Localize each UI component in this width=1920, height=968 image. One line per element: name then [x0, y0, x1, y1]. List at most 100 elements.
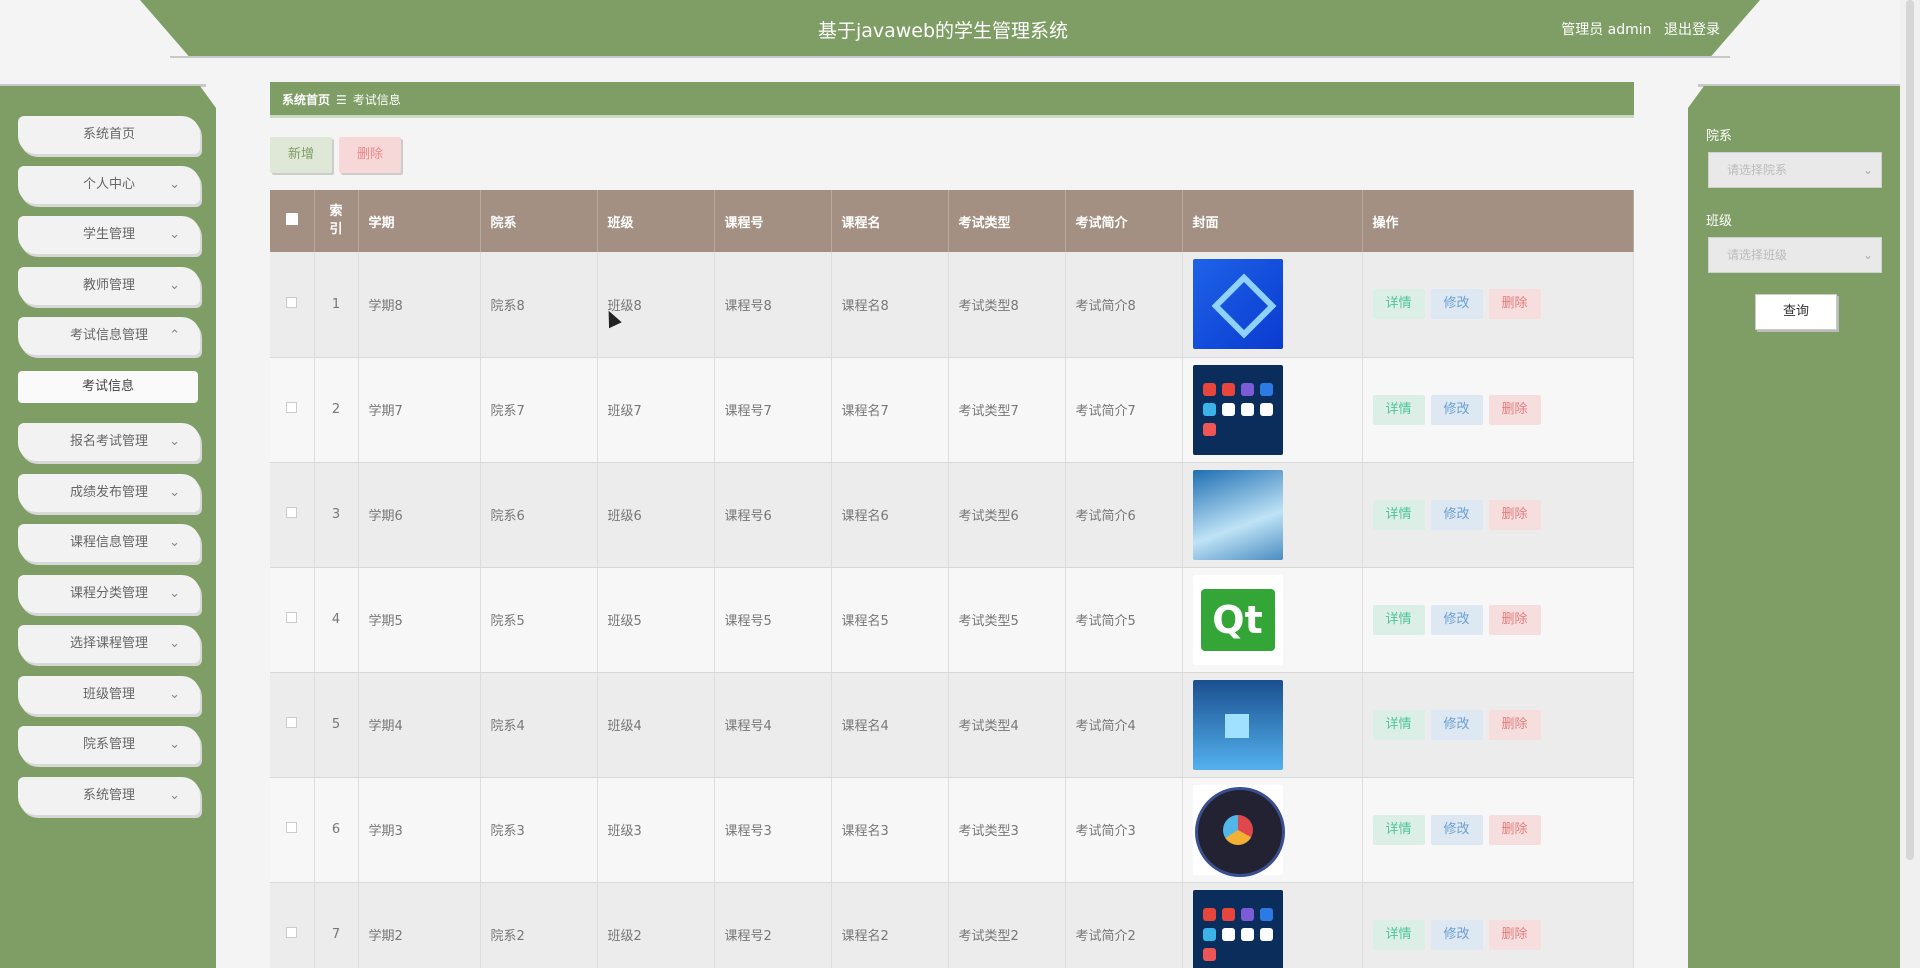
delete-button[interactable]: 删除: [1488, 289, 1541, 320]
table-row[interactable]: 1 学期8 院系8 班级8 课程号8 课程名8 考试类型8 考试简介8 详情 修改 删除: [270, 252, 1634, 358]
app-icon-tile: [1202, 907, 1216, 921]
department-select[interactable]: 请选择院系 ⌄: [1708, 152, 1882, 188]
add-button[interactable]: 新增: [270, 137, 332, 173]
row-checkbox[interactable]: [286, 822, 298, 833]
sidebar-item[interactable]: 系统首页: [18, 116, 200, 154]
app-icon-tile: [1221, 402, 1235, 416]
row-checkbox[interactable]: [286, 402, 298, 413]
sidebar-item[interactable]: 教师管理 ⌄: [18, 267, 200, 305]
sidebar-item[interactable]: 院系管理 ⌄: [18, 726, 200, 764]
delete-button[interactable]: 删除: [1488, 919, 1541, 950]
cell-course-name: 课程名7: [831, 357, 949, 463]
cell-term: 学期3: [358, 777, 481, 883]
cell-exam-intro: 考试简介3: [1065, 777, 1183, 883]
detail-button[interactable]: 详情: [1372, 814, 1425, 845]
col-actions: 操作: [1362, 190, 1634, 252]
cell-class: 班级5: [597, 567, 715, 673]
sidebar-item[interactable]: 课程信息管理 ⌄: [18, 524, 200, 562]
sidebar-item[interactable]: 报名考试管理 ⌄: [18, 423, 200, 461]
sidebar-item-label: 系统管理: [82, 787, 135, 803]
app-icon-tile: [1221, 907, 1235, 921]
table-row[interactable]: 6 学期3 院系3 班级3 课程号3 课程名3 考试类型3 考试简介3 详情 修改 删除: [270, 777, 1634, 883]
sidebar-item[interactable]: 学生管理 ⌄: [18, 216, 200, 254]
delete-button[interactable]: 删除: [1488, 709, 1541, 740]
logout-link[interactable]: 退出登录: [1664, 22, 1720, 38]
cell-course-name: 课程名5: [831, 567, 949, 673]
row-checkbox[interactable]: [286, 296, 298, 308]
cell-exam-intro: 考试简介5: [1065, 567, 1183, 673]
batch-delete-button[interactable]: 删除: [339, 137, 401, 173]
breadcrumb: 系统首页 ☰ 考试信息: [270, 82, 1634, 118]
delete-button[interactable]: 删除: [1488, 499, 1541, 530]
sidebar-item[interactable]: 班级管理 ⌄: [18, 675, 200, 714]
breadcrumb-home[interactable]: 系统首页: [282, 93, 330, 107]
app-icon-tile: [1202, 927, 1216, 941]
edit-button[interactable]: 修改: [1430, 604, 1483, 635]
cell-cover: [1182, 777, 1363, 883]
cell-term: 学期8: [358, 252, 481, 358]
sidebar-item[interactable]: 课程分类管理 ⌄: [18, 574, 200, 613]
delete-button[interactable]: 删除: [1488, 394, 1541, 425]
detail-button[interactable]: 详情: [1372, 709, 1425, 740]
detail-button[interactable]: 详情: [1372, 394, 1425, 425]
col-exam-type: 考试类型: [948, 190, 1066, 252]
row-select-cell[interactable]: [270, 672, 315, 778]
table-row[interactable]: 3 学期6 院系6 班级6 课程号6 课程名6 考试类型6 考试简介6 详情 修改 删除: [270, 462, 1634, 568]
row-select-cell[interactable]: [270, 462, 315, 568]
edit-button[interactable]: 修改: [1430, 919, 1483, 950]
menu-icon: ☰: [336, 93, 347, 107]
edit-button[interactable]: 修改: [1430, 709, 1483, 740]
cell-class: 班级2: [597, 882, 715, 968]
cell-course-name: 课程名3: [831, 777, 949, 883]
delete-button[interactable]: 删除: [1488, 604, 1541, 635]
row-select-cell[interactable]: [270, 777, 315, 883]
cover-image-app-icons-grid: [1192, 364, 1283, 455]
row-select-cell[interactable]: [270, 567, 315, 673]
edit-button[interactable]: 修改: [1430, 289, 1483, 320]
row-select-cell[interactable]: [270, 357, 315, 463]
cell-course-code: 课程号6: [714, 462, 832, 568]
scrollbar-thumb[interactable]: [1906, 0, 1914, 860]
sidebar-item[interactable]: 考试信息管理 ⌃: [18, 317, 200, 355]
detail-button[interactable]: 详情: [1372, 499, 1425, 530]
cell-course-code: 课程号2: [714, 882, 832, 968]
app-icon-tile: [1221, 927, 1235, 941]
edit-button[interactable]: 修改: [1430, 814, 1483, 845]
row-select-cell[interactable]: [270, 882, 315, 968]
query-button[interactable]: 查询: [1755, 294, 1837, 330]
sidebar-item-label: 教师管理: [82, 278, 135, 293]
row-checkbox[interactable]: [286, 612, 298, 623]
detail-button[interactable]: 详情: [1372, 604, 1425, 635]
cell-index: 2: [314, 357, 359, 463]
table-row[interactable]: 5 学期4 院系4 班级4 课程号4 课程名4 考试类型4 考试简介4 详情 修改 删除: [270, 672, 1634, 778]
row-checkbox[interactable]: [286, 717, 298, 728]
edit-button[interactable]: 修改: [1430, 394, 1483, 425]
cell-term: 学期5: [358, 567, 481, 673]
row-checkbox[interactable]: [286, 507, 298, 518]
select-all-header[interactable]: [270, 190, 315, 252]
header-divider: [170, 56, 1730, 58]
detail-button[interactable]: 详情: [1372, 919, 1425, 950]
current-user: 管理员 admin: [1561, 22, 1652, 38]
table-row[interactable]: 7 学期2 院系2 班级2 课程号2 课程名2 考试类型2 考试简介2 详情 修改 删除: [270, 882, 1634, 968]
cell-cover: [1182, 252, 1363, 358]
cell-index: 7: [314, 882, 359, 968]
row-select-cell[interactable]: [270, 252, 315, 358]
detail-button[interactable]: 详情: [1372, 289, 1425, 320]
sidebar-item-label: 课程信息管理: [69, 535, 148, 550]
delete-button[interactable]: 删除: [1488, 814, 1541, 845]
sidebar-item[interactable]: 选择课程管理 ⌄: [18, 625, 200, 663]
cell-exam-intro: 考试简介7: [1065, 357, 1183, 463]
table-row[interactable]: 2 学期7 院系7 班级7 课程号7 课程名7 考试类型7 考试简介7 详情 修改 删除: [270, 357, 1634, 463]
header-user-area: 管理员 admin 退出登录: [1553, 19, 1720, 39]
class-select[interactable]: 请选择班级 ⌄: [1708, 237, 1882, 273]
edit-button[interactable]: 修改: [1430, 499, 1483, 530]
submenu-item-exam-info[interactable]: 考试信息: [18, 371, 198, 403]
sidebar-item[interactable]: 成绩发布管理 ⌄: [18, 473, 200, 512]
select-all-checkbox[interactable]: [285, 213, 298, 225]
table-row[interactable]: 4学期5院系5班级5课程号5课程名5考试类型5考试简介5 详情修改删除: [270, 567, 1634, 673]
cover-image-app-icons-grid: [1192, 889, 1283, 968]
row-checkbox[interactable]: [286, 927, 298, 938]
sidebar-item[interactable]: 个人中心 ⌄: [18, 166, 200, 204]
sidebar-item[interactable]: 系统管理 ⌄: [18, 776, 200, 815]
